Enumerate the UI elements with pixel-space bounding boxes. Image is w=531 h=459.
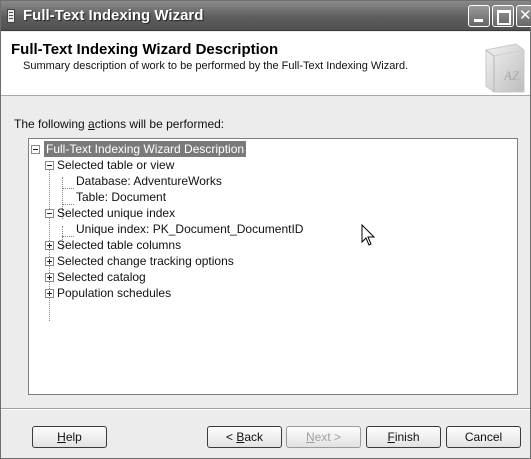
collapse-icon[interactable] <box>45 161 54 170</box>
close-button[interactable] <box>516 5 531 27</box>
wizard-header: Full-Text Indexing Wizard Description Su… <box>1 32 530 96</box>
footer-divider <box>1 408 530 410</box>
window-menu-icon[interactable] <box>7 9 15 23</box>
actions-tree[interactable]: Full-Text Indexing Wizard Description Se… <box>28 138 518 395</box>
svg-text:AZ: AZ <box>503 68 520 83</box>
minimize-button[interactable] <box>468 5 490 27</box>
finish-button[interactable]: Finish <box>366 426 441 448</box>
wizard-window: Full-Text Indexing Wizard Full-Text Inde… <box>0 0 531 459</box>
expand-icon[interactable] <box>45 289 54 298</box>
back-button[interactable]: < Back <box>207 426 282 448</box>
page-title: Full-Text Indexing Wizard Description <box>11 41 279 58</box>
actions-label: The following actions will be performed: <box>14 117 225 131</box>
book-az-icon: AZ <box>485 43 525 93</box>
expand-icon[interactable] <box>45 241 54 250</box>
next-button: Next > <box>286 426 361 448</box>
cancel-button[interactable]: Cancel <box>446 426 521 448</box>
collapse-icon[interactable] <box>45 209 54 218</box>
tree-connector <box>62 188 74 189</box>
mouse-pointer-icon <box>361 224 376 246</box>
page-subtitle: Summary description of work to be perfor… <box>23 60 409 72</box>
expand-icon[interactable] <box>45 257 54 266</box>
title-bar[interactable]: Full-Text Indexing Wizard <box>1 1 531 31</box>
window-title: Full-Text Indexing Wizard <box>23 7 204 24</box>
collapse-icon[interactable] <box>31 145 40 154</box>
maximize-button[interactable] <box>492 5 514 27</box>
help-button[interactable]: Help <box>32 426 107 448</box>
expand-icon[interactable] <box>45 273 54 282</box>
